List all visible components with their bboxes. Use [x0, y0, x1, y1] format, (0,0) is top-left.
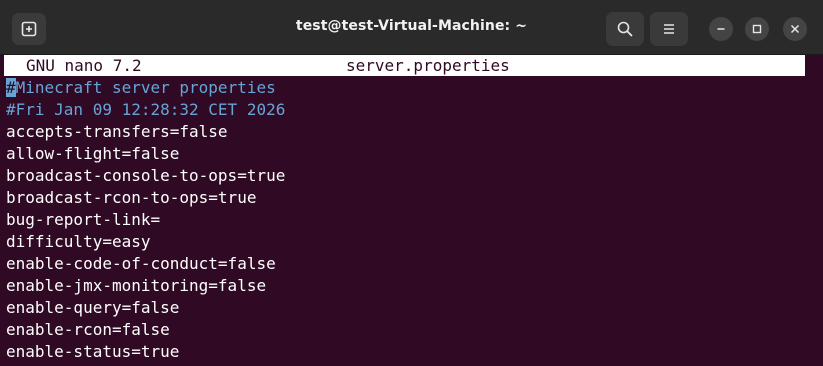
maximize-button[interactable]	[745, 17, 769, 41]
menu-button[interactable]	[650, 12, 688, 46]
search-button[interactable]	[606, 12, 644, 46]
minimize-button[interactable]	[709, 17, 733, 41]
editor-line-text: Minecraft server properties	[15, 78, 276, 97]
editor-line[interactable]: broadcast-rcon-to-ops=true	[6, 187, 285, 209]
editor-line[interactable]: enable-query=false	[6, 297, 285, 319]
editor-line[interactable]: #Fri Jan 09 12:28:32 CET 2026	[6, 99, 285, 121]
window-title: test@test-Virtual-Machine: ~	[295, 18, 528, 34]
nano-filename-label: server.properties	[346, 56, 510, 75]
terminal-area[interactable]: GNU nano 7.2 server.properties #Minecraf…	[0, 55, 823, 366]
search-icon	[617, 21, 633, 37]
minimize-icon	[717, 28, 725, 30]
title-bar[interactable]: test@test-Virtual-Machine: ~	[0, 0, 823, 55]
editor-line[interactable]: enable-status=true	[6, 341, 285, 363]
nano-version-label: GNU nano 7.2	[26, 56, 142, 75]
close-icon	[790, 24, 800, 34]
editor-line[interactable]: #Minecraft server properties	[6, 77, 285, 99]
editor-line[interactable]: enable-jmx-monitoring=false	[6, 275, 285, 297]
editor-line[interactable]: accepts-transfers=false	[6, 121, 285, 143]
editor-line[interactable]: enable-rcon=false	[6, 319, 285, 341]
terminal-window: test@test-Virtual-Machine: ~ GNU nano 7.…	[0, 0, 823, 366]
editor-line[interactable]: broadcast-console-to-ops=true	[6, 165, 285, 187]
maximize-icon	[752, 24, 762, 34]
nano-title-bar: GNU nano 7.2 server.properties	[4, 55, 805, 76]
editor-buffer[interactable]: #Minecraft server properties #Fri Jan 09…	[6, 77, 285, 363]
close-button[interactable]	[783, 17, 807, 41]
editor-line[interactable]: bug-report-link=	[6, 209, 285, 231]
editor-line[interactable]: allow-flight=false	[6, 143, 285, 165]
hamburger-menu-icon	[664, 24, 674, 34]
editor-line[interactable]: difficulty=easy	[6, 231, 285, 253]
text-cursor: #	[6, 78, 16, 97]
editor-line[interactable]: enable-code-of-conduct=false	[6, 253, 285, 275]
